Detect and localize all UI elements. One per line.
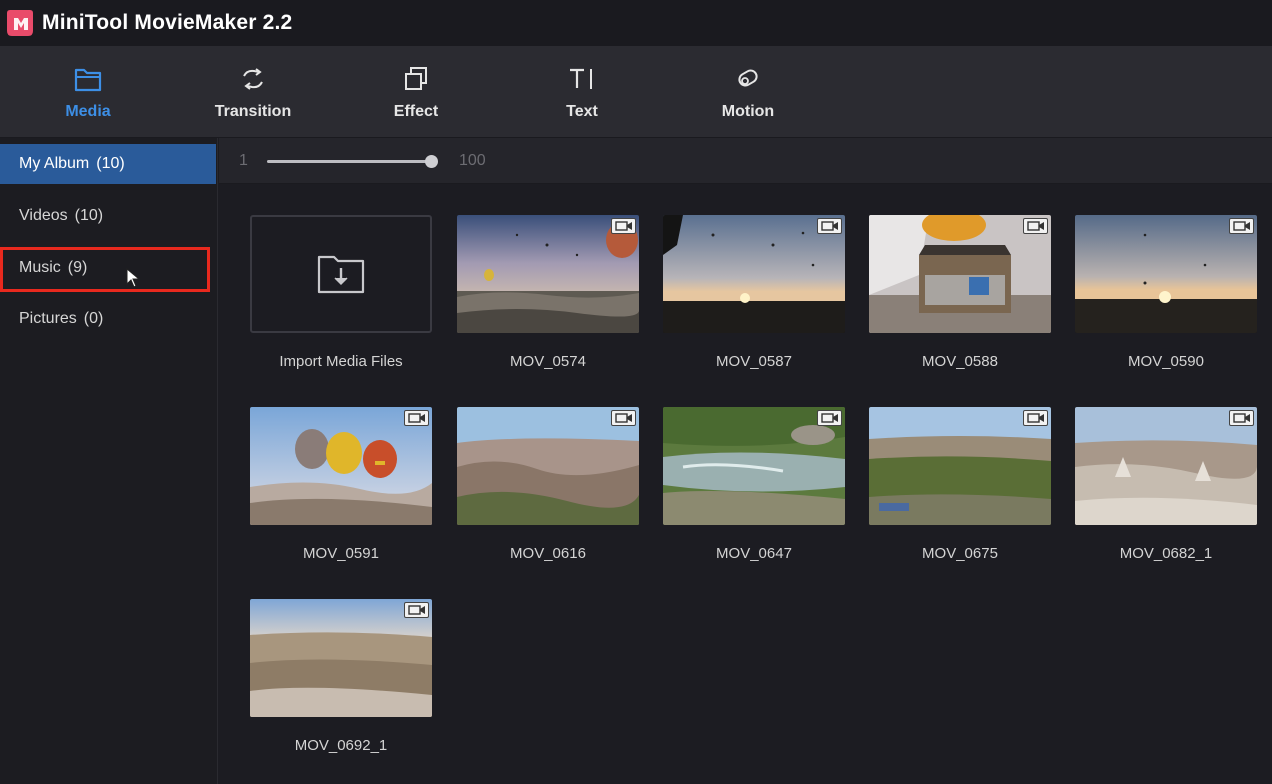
media-item-name: MOV_0682_1 (1119, 545, 1213, 562)
sidebar-item-pictures[interactable]: Pictures (0) (0, 299, 216, 339)
sidebar-item-videos[interactable]: Videos (10) (0, 196, 216, 236)
sidebar-item-count: (0) (83, 310, 104, 327)
sidebar-item-count: (9) (67, 259, 88, 276)
zoom-slider[interactable] (267, 155, 438, 168)
video-thumbnail (663, 215, 845, 333)
zoom-slider-fill (267, 160, 431, 163)
import-media-button[interactable] (250, 215, 432, 333)
media-item-name: MOV_0675 (922, 545, 998, 562)
app-logo-icon (7, 10, 33, 36)
media-item[interactable]: MOV_0692_1 (250, 599, 432, 754)
sidebar-item-count: (10) (96, 155, 125, 172)
tab-transition[interactable]: Transition (193, 46, 313, 138)
tab-text-label: Text (566, 103, 598, 120)
sidebar-item-my-album[interactable]: My Album (10) (0, 144, 216, 184)
sidebar-item-music[interactable]: Music (9) (0, 248, 216, 288)
media-item-name: MOV_0692_1 (294, 737, 388, 754)
media-item[interactable]: MOV_0588 (869, 215, 1051, 370)
media-item[interactable]: MOV_0647 (663, 407, 845, 562)
tab-transition-label: Transition (214, 103, 292, 120)
sidebar-item-label: Pictures (19, 310, 77, 327)
video-camera-icon (1229, 410, 1254, 426)
video-camera-icon (817, 410, 842, 426)
zoom-slider-thumb[interactable] (425, 155, 438, 168)
video-camera-icon (611, 218, 636, 234)
video-thumbnail (250, 599, 432, 717)
video-thumbnail (663, 407, 845, 525)
media-item[interactable]: MOV_0587 (663, 215, 845, 370)
zoom-min-label: 1 (239, 152, 248, 169)
media-item[interactable]: MOV_0682_1 (1075, 407, 1257, 562)
video-camera-icon (611, 410, 636, 426)
video-thumbnail (869, 407, 1051, 525)
sidebar-item-label: Videos (19, 207, 68, 224)
media-item-name: MOV_0574 (510, 353, 586, 370)
import-folder-icon (317, 255, 365, 294)
folder-icon (73, 64, 103, 94)
effect-icon (401, 64, 431, 94)
main-toolbar: Media Transition Effect Text Motion (0, 46, 1272, 138)
tab-text[interactable]: Text (522, 46, 642, 138)
video-camera-icon (1023, 410, 1048, 426)
video-camera-icon (404, 410, 429, 426)
video-thumbnail (1075, 215, 1257, 333)
tab-effect[interactable]: Effect (356, 46, 476, 138)
video-camera-icon (1229, 218, 1254, 234)
media-item-name: MOV_0591 (303, 545, 379, 562)
video-thumbnail (250, 407, 432, 525)
media-item[interactable]: MOV_0590 (1075, 215, 1257, 370)
video-camera-icon (404, 602, 429, 618)
media-sidebar: My Album (10) Videos (10) Music (9) Pict… (0, 138, 218, 784)
app-title: MiniTool MovieMaker 2.2 (42, 11, 293, 34)
motion-icon (733, 64, 763, 94)
media-item-name: MOV_0590 (1128, 353, 1204, 370)
title-bar: MiniTool MovieMaker 2.2 (0, 0, 1272, 46)
video-thumbnail (457, 215, 639, 333)
media-item[interactable]: MOV_0675 (869, 407, 1051, 562)
import-media-label: Import Media Files (279, 353, 403, 370)
media-item-name: MOV_0588 (922, 353, 998, 370)
mouse-cursor-icon (126, 268, 140, 288)
media-item-name: MOV_0587 (716, 353, 792, 370)
zoom-max-label: 100 (459, 152, 486, 169)
sidebar-item-label: Music (19, 259, 61, 276)
video-camera-icon (1023, 218, 1048, 234)
sidebar-item-count: (10) (74, 207, 104, 224)
video-thumbnail (457, 407, 639, 525)
media-item-name: MOV_0647 (716, 545, 792, 562)
tab-motion-label: Motion (721, 103, 775, 120)
tab-media-label: Media (65, 103, 111, 120)
sidebar-item-label: My Album (19, 155, 90, 172)
thumbnail-zoom-bar: 1 100 (219, 138, 1272, 184)
video-thumbnail (1075, 407, 1257, 525)
import-media-tile[interactable]: Import Media Files (250, 215, 432, 370)
tab-motion[interactable]: Motion (688, 46, 808, 138)
text-icon (567, 64, 597, 94)
video-thumbnail (869, 215, 1051, 333)
media-item[interactable]: MOV_0616 (457, 407, 639, 562)
media-item[interactable]: MOV_0591 (250, 407, 432, 562)
tab-media[interactable]: Media (28, 46, 148, 138)
media-library-grid: Import Media Files MOV_0574 MOV_0587 MOV… (219, 185, 1272, 784)
media-item-name: MOV_0616 (510, 545, 586, 562)
video-camera-icon (817, 218, 842, 234)
transition-icon (238, 64, 268, 94)
tab-effect-label: Effect (393, 103, 439, 120)
media-item[interactable]: MOV_0574 (457, 215, 639, 370)
